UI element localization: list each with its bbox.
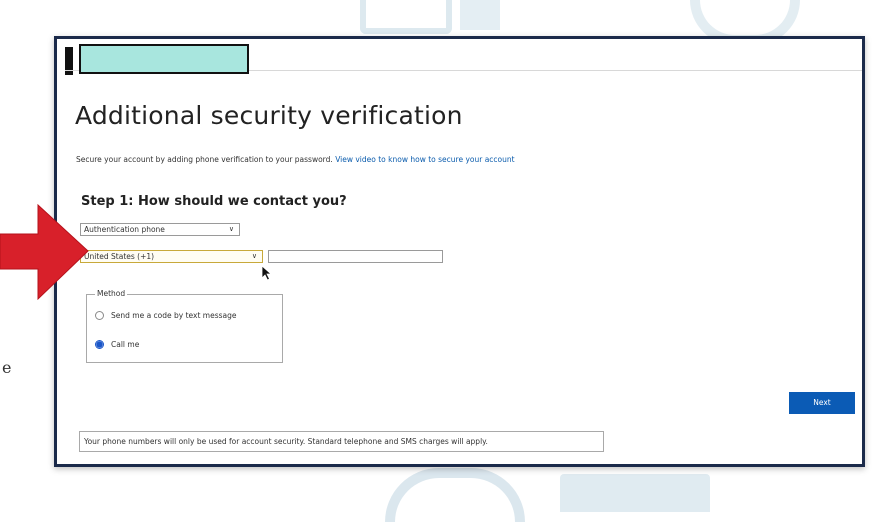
next-button[interactable]: Next bbox=[789, 392, 855, 414]
radio-text-message[interactable]: Send me a code by text message bbox=[95, 311, 237, 320]
description: Secure your account by adding phone veri… bbox=[76, 155, 515, 164]
side-text: e bbox=[2, 358, 12, 377]
radio-label: Call me bbox=[111, 340, 140, 349]
country-select[interactable]: United States (+1) ∨ bbox=[80, 250, 263, 263]
phone-number-input[interactable] bbox=[268, 250, 443, 263]
radio-button[interactable] bbox=[95, 340, 104, 349]
step-heading: Step 1: How should we contact you? bbox=[81, 194, 347, 209]
security-verification-window: Additional security verification Secure … bbox=[54, 36, 865, 467]
red-arrow-icon bbox=[0, 203, 89, 301]
page-title: Additional security verification bbox=[75, 101, 463, 130]
background-decoration bbox=[385, 468, 525, 522]
background-decoration bbox=[460, 0, 500, 30]
background-decoration bbox=[360, 0, 452, 34]
radio-call-me[interactable]: Call me bbox=[95, 340, 139, 349]
method-legend: Method bbox=[95, 289, 128, 298]
method-fieldset: Method Send me a code by text message Ca… bbox=[86, 289, 283, 363]
contact-method-select[interactable]: Authentication phone ∨ bbox=[80, 223, 240, 236]
background-decoration bbox=[560, 474, 710, 512]
contact-method-value: Authentication phone bbox=[84, 225, 165, 234]
footer-note: Your phone numbers will only be used for… bbox=[79, 431, 604, 452]
chevron-down-icon: ∨ bbox=[251, 252, 257, 260]
description-text: Secure your account by adding phone veri… bbox=[76, 155, 333, 164]
redacted-logo bbox=[79, 44, 249, 74]
radio-label: Send me a code by text message bbox=[111, 311, 237, 320]
video-link[interactable]: View video to know how to secure your ac… bbox=[335, 155, 514, 164]
chevron-down-icon: ∨ bbox=[228, 225, 234, 233]
mouse-cursor-icon bbox=[261, 265, 273, 281]
country-value: United States (+1) bbox=[84, 252, 155, 261]
radio-button[interactable] bbox=[95, 311, 104, 320]
